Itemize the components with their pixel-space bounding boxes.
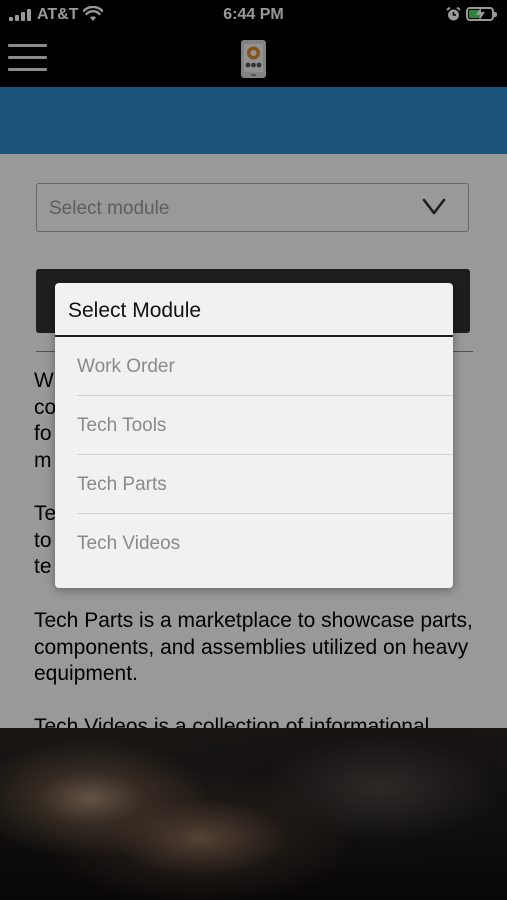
- select-module-dialog: Select Module Work Order Tech Tools Tech…: [55, 283, 453, 588]
- option-label: Tech Tools: [77, 415, 167, 436]
- option-tech-videos[interactable]: Tech Videos: [77, 514, 453, 573]
- option-label: Tech Videos: [77, 533, 181, 554]
- option-tech-parts[interactable]: Tech Parts: [77, 455, 453, 514]
- option-tech-tools[interactable]: Tech Tools: [77, 396, 453, 455]
- option-work-order[interactable]: Work Order: [77, 337, 453, 396]
- option-label: Work Order: [77, 356, 175, 377]
- dialog-title: Select Module: [68, 299, 202, 322]
- option-label: Tech Parts: [77, 474, 167, 495]
